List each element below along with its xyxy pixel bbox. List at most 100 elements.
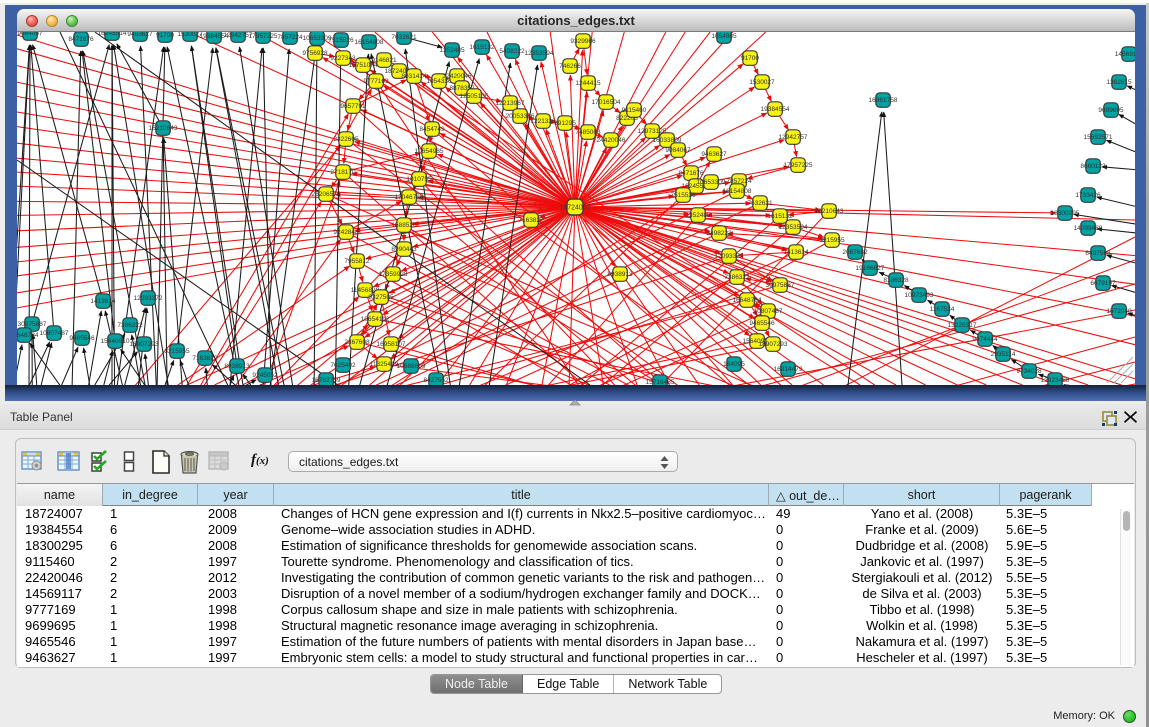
- svg-text:7857224: 7857224: [277, 34, 303, 41]
- svg-text:164095: 164095: [723, 361, 745, 368]
- svg-text:16914479: 16914479: [774, 366, 803, 373]
- svg-text:6679197: 6679197: [1090, 280, 1116, 287]
- svg-text:1733426: 1733426: [1075, 192, 1101, 199]
- svg-text:7515526: 7515526: [670, 192, 696, 199]
- svg-text:17016504: 17016504: [592, 99, 621, 106]
- svg-text:8186328: 8186328: [883, 277, 909, 284]
- svg-text:17359928: 17359928: [379, 271, 408, 278]
- svg-text:19166827: 19166827: [856, 265, 885, 272]
- svg-text:6497568: 6497568: [1085, 250, 1111, 257]
- svg-text:9463627: 9463627: [701, 151, 727, 158]
- svg-text:8938913: 8938913: [224, 363, 250, 370]
- svg-text:7386322: 7386322: [117, 322, 143, 329]
- svg-text:1413614: 1413614: [90, 298, 116, 305]
- svg-text:3215955: 3215955: [819, 237, 845, 244]
- svg-text:18907293: 18907293: [759, 341, 788, 348]
- svg-text:10973493: 10973493: [905, 292, 934, 299]
- svg-text:14099489: 14099489: [1074, 225, 1103, 232]
- svg-text:10653309: 10653309: [697, 179, 726, 186]
- svg-text:12353594: 12353594: [525, 50, 554, 57]
- svg-text:17957225: 17957225: [249, 33, 278, 40]
- svg-text:9734028: 9734028: [1016, 368, 1042, 375]
- svg-text:746266: 746266: [559, 63, 581, 70]
- svg-text:19384554: 19384554: [761, 106, 790, 113]
- svg-text:15640910: 15640910: [101, 338, 130, 345]
- svg-text:13220317: 13220317: [948, 322, 977, 329]
- svg-text:16245514: 16245514: [98, 32, 127, 37]
- svg-text:2087682: 2087682: [842, 249, 868, 256]
- svg-text:91700: 91700: [156, 32, 174, 39]
- svg-text:9084067: 9084067: [17, 32, 43, 37]
- svg-text:1352485: 1352485: [685, 212, 711, 219]
- svg-text:16648784: 16648784: [17, 332, 39, 339]
- svg-text:16648784: 16648784: [733, 297, 762, 304]
- svg-text:1413614: 1413614: [783, 249, 809, 256]
- svg-text:891295: 891295: [554, 120, 576, 127]
- svg-text:26206576: 26206576: [312, 191, 341, 198]
- svg-text:8660123: 8660123: [1080, 163, 1106, 170]
- svg-text:7515526: 7515526: [328, 37, 354, 44]
- svg-text:16958107: 16958107: [377, 341, 406, 348]
- svg-text:12353594: 12353594: [779, 224, 808, 231]
- svg-text:30975887: 30975887: [18, 321, 47, 328]
- svg-text:16782759: 16782759: [312, 377, 341, 384]
- svg-text:5498222: 5498222: [706, 230, 732, 237]
- svg-text:1615132: 1615132: [767, 213, 793, 220]
- svg-text:8938913: 8938913: [607, 271, 633, 278]
- svg-text:9465546: 9465546: [69, 335, 95, 342]
- svg-text:9242848: 9242848: [333, 229, 359, 236]
- svg-text:7386322: 7386322: [724, 274, 750, 281]
- svg-text:9327505: 9327505: [368, 294, 394, 301]
- svg-text:17046786: 17046786: [395, 194, 424, 201]
- svg-text:7632621: 7632621: [391, 34, 417, 41]
- svg-text:1352485: 1352485: [439, 47, 465, 54]
- svg-text:18907293: 18907293: [130, 341, 159, 348]
- svg-text:1572040: 1572040: [1106, 308, 1132, 315]
- svg-text:8454749: 8454749: [419, 126, 445, 133]
- svg-text:9657791: 9657791: [340, 103, 366, 110]
- svg-text:2935114: 2935114: [991, 351, 1016, 358]
- svg-text:9463627: 9463627: [127, 32, 153, 38]
- svg-text:1167534: 1167534: [930, 306, 955, 313]
- svg-text:2367608: 2367608: [344, 339, 370, 346]
- svg-text:9777169: 9777169: [363, 78, 389, 85]
- svg-text:1054985: 1054985: [711, 33, 737, 40]
- svg-text:12093372: 12093372: [134, 295, 163, 302]
- svg-text:16154808: 16154808: [723, 188, 752, 195]
- svg-text:7163822: 7163822: [518, 217, 544, 224]
- svg-text:9329966: 9329966: [570, 38, 596, 45]
- svg-text:7163822: 7163822: [192, 355, 218, 362]
- svg-text:9245052: 9245052: [252, 372, 278, 379]
- svg-text:12923468: 12923468: [1041, 377, 1070, 384]
- svg-text:10654985: 10654985: [415, 148, 444, 155]
- svg-text:10807487: 10807487: [754, 308, 783, 315]
- svg-text:1362615: 1362615: [1106, 79, 1132, 86]
- svg-text:18300295: 18300295: [1051, 210, 1080, 217]
- svg-text:12942757: 12942757: [779, 134, 808, 141]
- svg-text:9699695: 9699695: [1098, 107, 1124, 114]
- svg-text:18724007: 18724007: [559, 205, 590, 212]
- svg-text:24420046: 24420046: [597, 137, 626, 144]
- svg-text:10654112: 10654112: [361, 316, 390, 323]
- svg-text:7632621: 7632621: [747, 200, 773, 207]
- svg-text:12093372: 12093372: [715, 253, 744, 260]
- svg-text:8990443: 8990443: [391, 246, 417, 253]
- svg-text:91700: 91700: [741, 55, 759, 62]
- svg-text:9756928: 9756928: [302, 50, 328, 57]
- svg-text:12505135: 12505135: [460, 93, 489, 100]
- svg-text:7625402: 7625402: [330, 362, 356, 369]
- svg-text:9146821: 9146821: [371, 57, 397, 64]
- svg-text:1530027: 1530027: [749, 79, 775, 86]
- svg-text:16210643: 16210643: [815, 208, 844, 215]
- svg-text:1244415: 1244415: [575, 80, 601, 87]
- svg-text:9474444: 9474444: [972, 336, 998, 343]
- svg-text:7485003: 7485003: [575, 129, 601, 136]
- svg-text:3215955: 3215955: [164, 348, 190, 355]
- svg-text:9084067: 9084067: [665, 147, 691, 154]
- svg-text:8031414: 8031414: [401, 73, 427, 80]
- svg-text:8427552: 8427552: [423, 377, 449, 384]
- svg-text:1010755: 1010755: [406, 176, 432, 183]
- svg-text:8471676: 8471676: [68, 36, 94, 43]
- svg-text:1588520: 1588520: [391, 222, 417, 229]
- svg-text:17957225: 17957225: [784, 162, 813, 169]
